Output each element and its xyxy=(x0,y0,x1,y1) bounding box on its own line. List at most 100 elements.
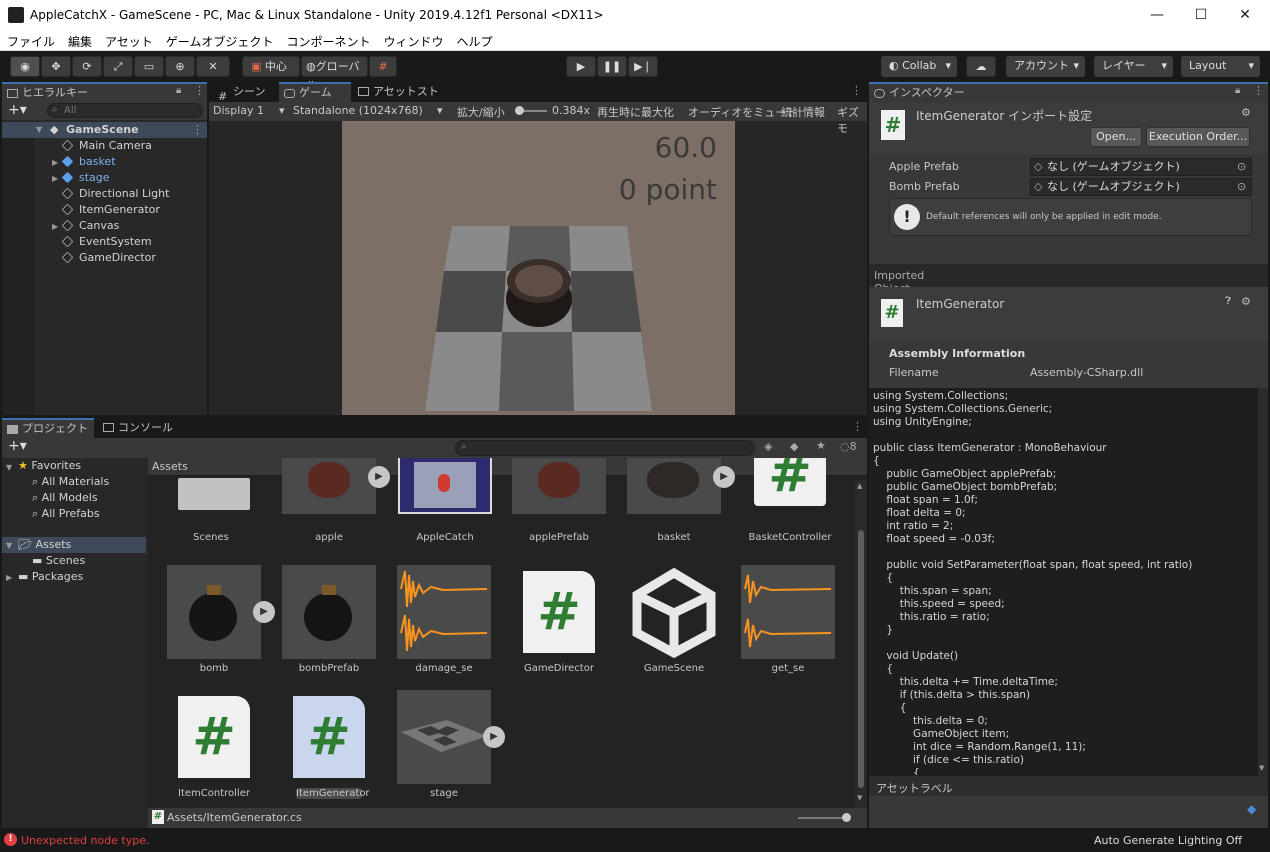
asset-basketcontroller[interactable]: # BasketController xyxy=(743,458,837,543)
object-picker-icon[interactable]: ⊙ xyxy=(1237,179,1246,195)
help-icon[interactable]: ❓︎ xyxy=(1225,296,1231,307)
display-dropdown[interactable]: Display 1 ▾ xyxy=(213,104,289,117)
favorites-all-prefabs[interactable]: ⌕ All Prefabs xyxy=(32,506,100,522)
pause-button[interactable]: ❚❚ xyxy=(597,56,627,77)
expand-play-icon[interactable]: ▶ xyxy=(368,466,390,488)
expand-arrow-icon[interactable]: ▶ xyxy=(52,158,58,167)
expand-arrow-icon[interactable]: ▼ xyxy=(36,122,42,138)
expand-arrow-icon[interactable]: ▶ xyxy=(6,573,12,582)
panel-menu-icon[interactable]: ⋮ xyxy=(851,84,862,97)
apple-prefab-field[interactable]: ◇ なし (ゲームオブジェクト) ⊙ xyxy=(1030,158,1252,176)
space-toggle[interactable]: ◍グローバル xyxy=(301,56,368,92)
panel-menu-icon[interactable]: ⋮ xyxy=(194,84,205,97)
tab-inspector[interactable]: インスペクター xyxy=(869,82,1268,102)
filter-label-icon[interactable]: ◆ xyxy=(790,440,798,453)
create-plus-icon[interactable]: +▾ xyxy=(8,102,27,118)
panel-menu-icon[interactable]: ⋮ xyxy=(1253,84,1264,97)
tab-console[interactable]: コンソール xyxy=(98,418,178,438)
filter-type-icon[interactable]: ◈ xyxy=(764,440,772,453)
game-render-area[interactable]: 60.0 0 point xyxy=(342,121,735,415)
tab-scene[interactable]: # シーン xyxy=(213,82,277,103)
account-dropdown[interactable]: アカウント xyxy=(1006,56,1085,77)
tab-asset-store[interactable]: アセットストア xyxy=(353,82,445,118)
resolution-dropdown[interactable]: Standalone (1024x768) ▾ xyxy=(293,104,449,117)
minimize-button[interactable]: — xyxy=(1142,4,1172,26)
scroll-down-icon[interactable]: ▼ xyxy=(857,794,862,802)
collab-dropdown[interactable]: ◐ Collab xyxy=(881,56,957,77)
favorites-all-models[interactable]: ⌕ All Models xyxy=(32,490,98,506)
asset-basket[interactable]: ▶ basket xyxy=(627,458,735,543)
menu-file[interactable]: ファイル xyxy=(0,31,61,50)
asset-stage[interactable]: ▶ stage xyxy=(397,690,505,799)
asset-applecatch[interactable]: AppleCatch xyxy=(398,458,492,543)
favorites-item[interactable]: ★ Favorites xyxy=(18,458,81,474)
execution-order-button[interactable]: Execution Order... xyxy=(1146,127,1250,147)
expand-arrow-icon[interactable]: ▼ xyxy=(6,463,12,472)
panel-menu-icon[interactable]: ⋮ xyxy=(852,420,863,433)
asset-itemgenerator[interactable]: # ItemGenerator xyxy=(282,690,376,799)
rotate-tool-icon[interactable]: ⟳ xyxy=(72,56,102,77)
custom-tool-icon[interactable]: ✕ xyxy=(196,56,230,77)
expand-play-icon[interactable]: ▶ xyxy=(713,466,735,488)
favorites-all-materials[interactable]: ⌕ All Materials xyxy=(32,474,109,490)
asset-bombprefab[interactable]: bombPrefab xyxy=(282,565,376,674)
view-tool-eye-icon[interactable]: ◉ xyxy=(10,56,40,77)
gear-icon[interactable]: ⚙ xyxy=(1241,295,1251,308)
play-button[interactable]: ▶ xyxy=(566,56,596,77)
asset-apple[interactable]: ▶ apple xyxy=(282,458,390,543)
maximize-on-play-toggle[interactable]: 再生時に最大化 xyxy=(597,104,674,120)
gear-icon[interactable]: ⚙ xyxy=(1241,106,1251,119)
menu-assets[interactable]: アセット xyxy=(98,31,159,50)
maximize-button[interactable]: ☐ xyxy=(1186,4,1216,26)
transform-tool-icon[interactable]: ⊕ xyxy=(165,56,195,77)
slider-handle[interactable] xyxy=(842,813,851,822)
asset-bomb[interactable]: ▶ bomb xyxy=(167,565,275,674)
hierarchy-item[interactable]: Directional Light xyxy=(61,186,169,202)
expand-arrow-icon[interactable]: ▶ xyxy=(52,222,58,231)
hierarchy-item[interactable]: stage xyxy=(61,170,110,186)
lock-icon[interactable]: 🔒︎ xyxy=(1235,85,1240,96)
hierarchy-item[interactable]: GameDirector xyxy=(61,250,156,266)
menu-component[interactable]: コンポーネント xyxy=(279,31,376,50)
hierarchy-search-input[interactable]: ⌕ All xyxy=(47,103,203,118)
hierarchy-item[interactable]: ItemGenerator xyxy=(61,202,160,218)
folder-packages[interactable]: ▬ Packages xyxy=(18,569,83,585)
asset-scenes[interactable]: Scenes xyxy=(164,458,258,543)
menu-help[interactable]: ヘルプ xyxy=(449,31,498,50)
tab-project[interactable]: プロジェクト xyxy=(2,418,94,438)
close-button[interactable]: ✕ xyxy=(1230,4,1260,26)
hierarchy-item[interactable]: EventSystem xyxy=(61,234,152,250)
snap-grid-icon[interactable]: # xyxy=(369,56,397,77)
hierarchy-item[interactable]: basket xyxy=(61,154,116,170)
folder-scenes[interactable]: ▬ Scenes xyxy=(32,553,85,569)
bomb-prefab-field[interactable]: ◇ なし (ゲームオブジェクト) ⊙ xyxy=(1030,178,1252,196)
asset-gamedirector[interactable]: # GameDirector xyxy=(512,565,606,674)
asset-grid-scrollbar[interactable]: ▲ ▼ xyxy=(855,480,867,808)
asset-itemcontroller[interactable]: # ItemController xyxy=(167,690,261,799)
menu-gameobject[interactable]: ゲームオブジェクト xyxy=(159,31,280,50)
folder-assets[interactable]: 📂︎ Assets xyxy=(18,537,71,553)
project-search-input[interactable]: ⌕ xyxy=(455,440,755,456)
stats-toggle[interactable]: 統計情報 xyxy=(781,104,825,120)
rect-tool-icon[interactable]: ▭ xyxy=(134,56,164,77)
lock-icon[interactable]: 🔒︎ xyxy=(176,85,181,96)
scrollbar-thumb[interactable] xyxy=(858,530,864,788)
tab-game[interactable]: ゲーム xyxy=(279,82,351,102)
object-picker-icon[interactable]: ⊙ xyxy=(1237,159,1246,175)
layout-dropdown[interactable]: Layout xyxy=(1181,56,1260,77)
create-plus-icon[interactable]: +▾ xyxy=(8,438,27,454)
asset-damage-se[interactable]: damage_se xyxy=(397,565,491,674)
lighting-status[interactable]: Auto Generate Lighting Off xyxy=(1094,834,1242,847)
asset-appleprefab[interactable]: applePrefab xyxy=(512,458,606,543)
status-error-message[interactable]: Unexpected node type. xyxy=(21,834,149,847)
layers-dropdown[interactable]: レイヤー xyxy=(1094,56,1173,77)
hidden-packages-eye-icon[interactable]: ◌8 xyxy=(840,440,857,453)
step-button[interactable]: ▶❘ xyxy=(628,56,658,77)
scale-slider-handle[interactable] xyxy=(515,106,524,115)
expand-arrow-icon[interactable]: ▼ xyxy=(6,541,12,550)
pivot-toggle[interactable]: ▣ 中心 xyxy=(242,56,300,77)
expand-play-icon[interactable]: ▶ xyxy=(483,726,505,748)
hierarchy-scene-row[interactable]: ▼ ◆ GameScene ⋮ xyxy=(2,122,207,138)
scene-menu-icon[interactable]: ⋮ xyxy=(192,122,203,138)
favorite-star-icon[interactable]: ★ xyxy=(816,439,826,452)
